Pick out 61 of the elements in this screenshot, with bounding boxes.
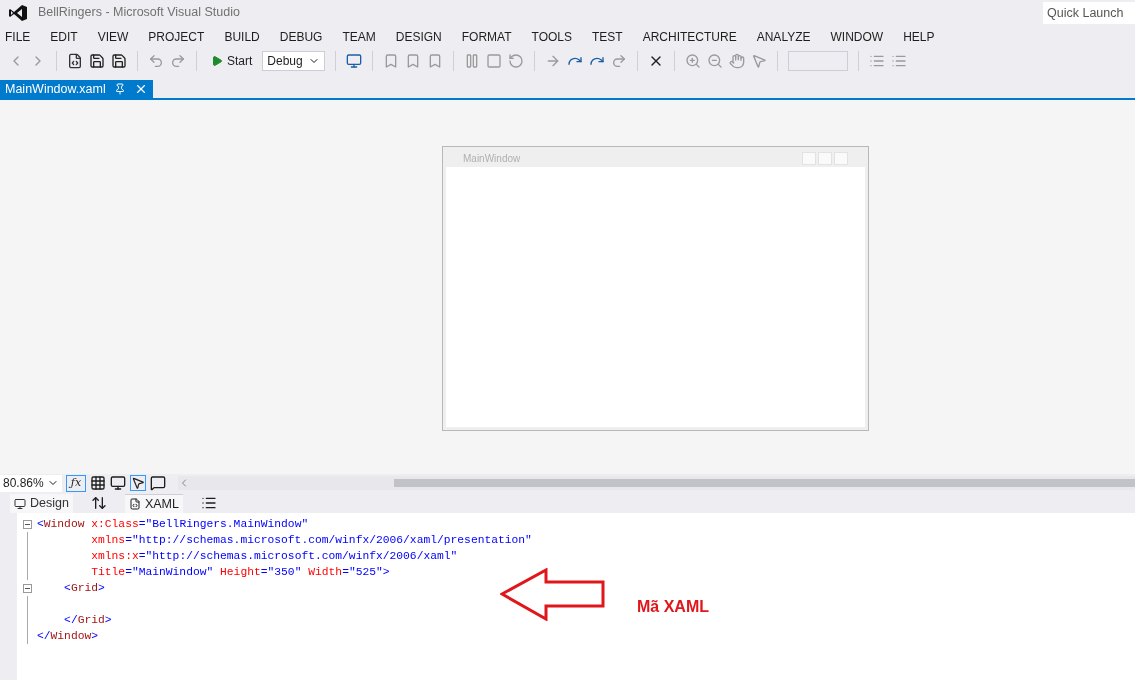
pan-icon[interactable] — [729, 52, 746, 69]
design-view-icon — [14, 497, 26, 510]
close-control — [834, 152, 848, 165]
redo-icon[interactable] — [170, 52, 186, 69]
pointer-icon[interactable] — [751, 52, 768, 69]
formula-icon[interactable]: ƒx — [66, 474, 86, 492]
code-line: </Window> — [37, 628, 99, 644]
save-all-icon[interactable] — [111, 52, 127, 69]
code-line: </Grid> — [63, 612, 112, 628]
fold-toggle[interactable] — [22, 583, 32, 593]
fold-toggle[interactable] — [22, 519, 32, 529]
swap-panes-icon[interactable] — [90, 495, 107, 511]
preview-window-title: MainWindow — [463, 152, 521, 166]
code-line: Title="MainWindow" Height="350" Width="525"> — [90, 564, 390, 580]
play-icon — [211, 54, 223, 67]
quick-launch-field[interactable]: Quick Launch — [1043, 1, 1135, 24]
collapse-pane-icon[interactable] — [200, 495, 217, 511]
document-tab[interactable]: MainWindow.xaml — [0, 80, 153, 98]
save-icon[interactable] — [89, 52, 105, 69]
visual-studio-logo-icon — [8, 3, 28, 22]
menu-item[interactable]: EDIT — [50, 27, 78, 46]
start-button[interactable]: Start — [207, 51, 257, 70]
code-line: xmlns:x="http://schemas.microsoft.com/winfx/2006/xaml" — [90, 548, 458, 564]
menu-item[interactable]: TEAM — [342, 27, 376, 46]
menu-item[interactable]: WINDOW — [830, 27, 884, 46]
pin-icon[interactable] — [113, 83, 126, 95]
maximize-control — [818, 152, 832, 165]
restart-icon[interactable] — [508, 52, 525, 69]
zoom-dropdown[interactable]: 80.86% — [0, 474, 62, 492]
menu-item[interactable]: TEST — [592, 27, 623, 46]
zoom-in-icon[interactable] — [685, 52, 702, 69]
annotation-label: Mã XAML — [637, 597, 709, 617]
undo-icon[interactable] — [148, 52, 164, 69]
code-line: xmlns="http://schemas.microsoft.com/winfx/2006/xaml/presentation" — [90, 532, 532, 548]
xaml-view-icon — [128, 498, 141, 510]
code-line: <Grid> — [63, 580, 105, 596]
horizontal-scrollbar[interactable] — [178, 476, 1135, 490]
window-title: BellRingers - Microsoft Visual Studio — [38, 4, 240, 22]
menu-item[interactable]: DEBUG — [279, 27, 323, 46]
menu-item[interactable]: PROJECT — [148, 27, 205, 46]
menu-item[interactable]: FILE — [5, 27, 31, 46]
view-tab[interactable]: XAML — [124, 494, 183, 513]
code-line: <Window x:Class="BellRingers.MainWindow" — [37, 516, 309, 532]
menu-item[interactable]: TOOLS — [531, 27, 572, 46]
zoom-out-icon[interactable] — [707, 52, 724, 69]
menu-item[interactable]: FORMAT — [461, 27, 512, 46]
empty-dropdown[interactable] — [788, 50, 849, 71]
menu-item[interactable]: ANALYZE — [756, 27, 811, 46]
configuration-dropdown[interactable]: Debug — [262, 50, 326, 71]
menu-item[interactable]: DESIGN — [395, 27, 442, 46]
menu-item[interactable]: ARCHITECTURE — [642, 27, 737, 46]
minimize-control — [802, 152, 816, 165]
view-tab[interactable]: Design — [10, 494, 73, 513]
step-out-icon[interactable] — [611, 52, 628, 69]
grid-icon[interactable] — [90, 475, 106, 491]
menu-item[interactable]: VIEW — [97, 27, 129, 46]
menu-item[interactable]: HELP — [903, 27, 935, 46]
menu-item[interactable]: BUILD — [224, 27, 260, 46]
snapping-icon[interactable] — [130, 475, 146, 491]
annotation-icon[interactable] — [150, 475, 166, 491]
stop-icon[interactable] — [486, 52, 503, 69]
